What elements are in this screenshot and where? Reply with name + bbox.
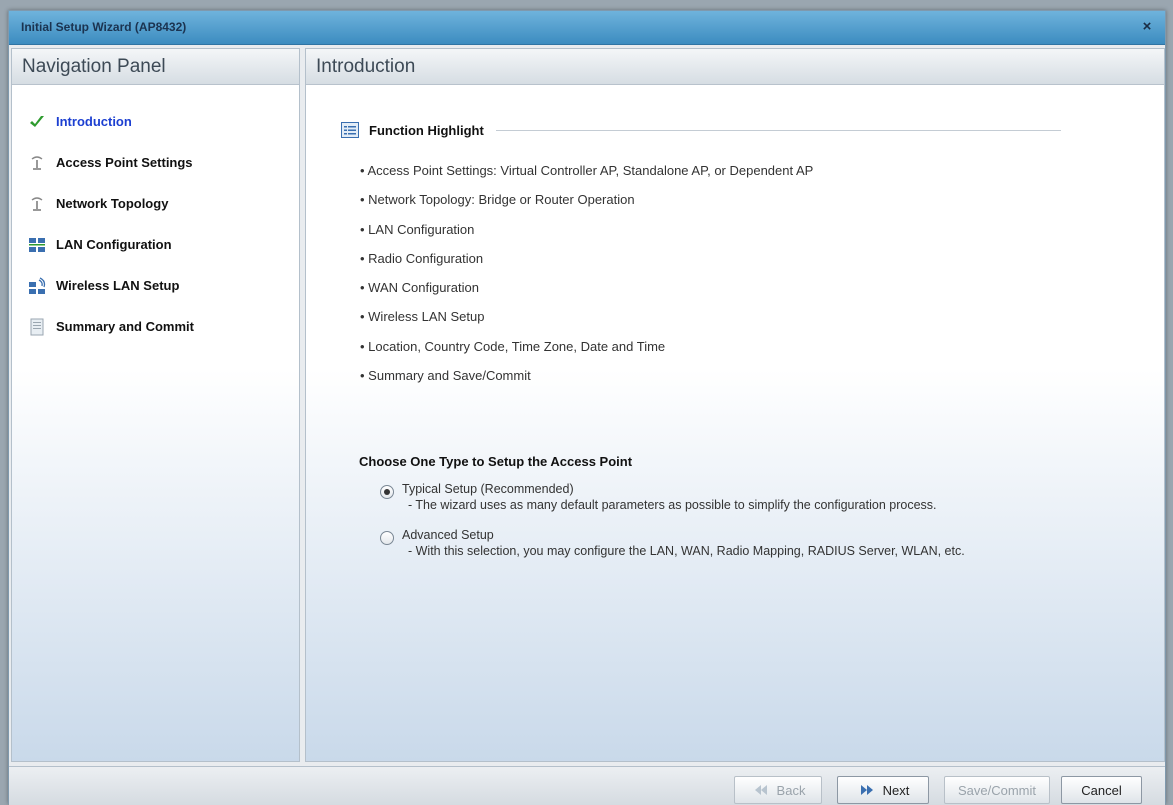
- nav-item-lan-configuration[interactable]: LAN Configuration: [12, 224, 299, 265]
- navigation-panel: Navigation Panel Introduction Access Poi…: [11, 48, 300, 762]
- setup-wizard-window: Initial Setup Wizard (AP8432) × Navigati…: [8, 10, 1166, 805]
- advanced-setup-radio[interactable]: [380, 531, 394, 545]
- list-icon: [341, 122, 359, 138]
- nav-item-label: LAN Configuration: [56, 237, 172, 252]
- access-point-icon: [31, 155, 43, 170]
- nav-item-label: Network Topology: [56, 196, 169, 211]
- next-button[interactable]: Next: [837, 776, 929, 804]
- section-title: Function Highlight: [369, 122, 484, 138]
- close-icon[interactable]: ×: [1139, 19, 1155, 35]
- nav-item-summary-and-commit[interactable]: Summary and Commit: [12, 306, 299, 347]
- list-item: • WAN Configuration: [360, 280, 479, 296]
- lan-icon: [29, 237, 45, 252]
- window-titlebar: Initial Setup Wizard (AP8432) ×: [9, 11, 1165, 45]
- save-commit-button-label: Save/Commit: [957, 782, 1037, 798]
- checkmark-icon: [30, 115, 44, 127]
- list-item: • Network Topology: Bridge or Router Ope…: [360, 192, 635, 208]
- access-point-icon: [31, 196, 43, 211]
- nav-item-introduction[interactable]: Introduction: [12, 101, 299, 142]
- nav-item-wireless-lan-setup[interactable]: Wireless LAN Setup: [12, 265, 299, 306]
- typical-setup-label: Typical Setup (Recommended): [402, 482, 574, 496]
- setup-type-heading: Choose One Type to Setup the Access Poin…: [359, 454, 633, 469]
- advanced-setup-description: - With this selection, you may configure…: [408, 544, 965, 558]
- wizard-footer: Back Next Save/Commit Cancel: [9, 766, 1165, 805]
- typical-setup-radio[interactable]: [380, 485, 394, 499]
- typical-setup-description: - The wizard uses as many default parame…: [408, 498, 937, 512]
- list-item: • Location, Country Code, Time Zone, Dat…: [360, 338, 666, 354]
- function-highlight-heading: Function Highlight: [341, 119, 1061, 141]
- advanced-setup-label: Advanced Setup: [402, 528, 494, 542]
- cancel-button[interactable]: Cancel: [1061, 776, 1142, 804]
- content-panel-title: Introduction: [306, 49, 1164, 85]
- wireless-lan-icon: [29, 276, 46, 294]
- save-commit-button[interactable]: Save/Commit: [944, 776, 1050, 804]
- list-item: • Access Point Settings: Virtual Control…: [360, 163, 814, 178]
- next-button-label: Next: [882, 782, 910, 798]
- section-divider: [495, 129, 1061, 131]
- back-button[interactable]: Back: [734, 776, 822, 804]
- fast-forward-icon: [860, 785, 873, 795]
- window-title: Initial Setup Wizard (AP8432): [21, 20, 187, 34]
- navigation-list: Introduction Access Point Settings Netwo…: [12, 101, 299, 347]
- list-item: • Summary and Save/Commit: [360, 368, 531, 384]
- navigation-panel-title: Navigation Panel: [12, 49, 299, 85]
- document-icon: [30, 318, 44, 335]
- nav-item-label: Introduction: [56, 114, 132, 129]
- content-panel: Introduction Function Highlight • Access…: [305, 48, 1165, 762]
- nav-item-label: Access Point Settings: [56, 155, 193, 170]
- back-button-label: Back: [776, 782, 806, 798]
- nav-item-label: Summary and Commit: [56, 319, 194, 334]
- cancel-button-label: Cancel: [1081, 782, 1122, 798]
- list-item: • Wireless LAN Setup: [360, 309, 485, 325]
- list-item: • LAN Configuration: [360, 221, 475, 237]
- nav-item-access-point-settings[interactable]: Access Point Settings: [12, 142, 299, 183]
- nav-item-network-topology[interactable]: Network Topology: [12, 183, 299, 224]
- function-highlight-list: • Access Point Settings: Virtual Control…: [360, 163, 1140, 397]
- rewind-icon: [754, 785, 767, 795]
- list-item: • Radio Configuration: [360, 250, 484, 266]
- nav-item-label: Wireless LAN Setup: [56, 278, 180, 293]
